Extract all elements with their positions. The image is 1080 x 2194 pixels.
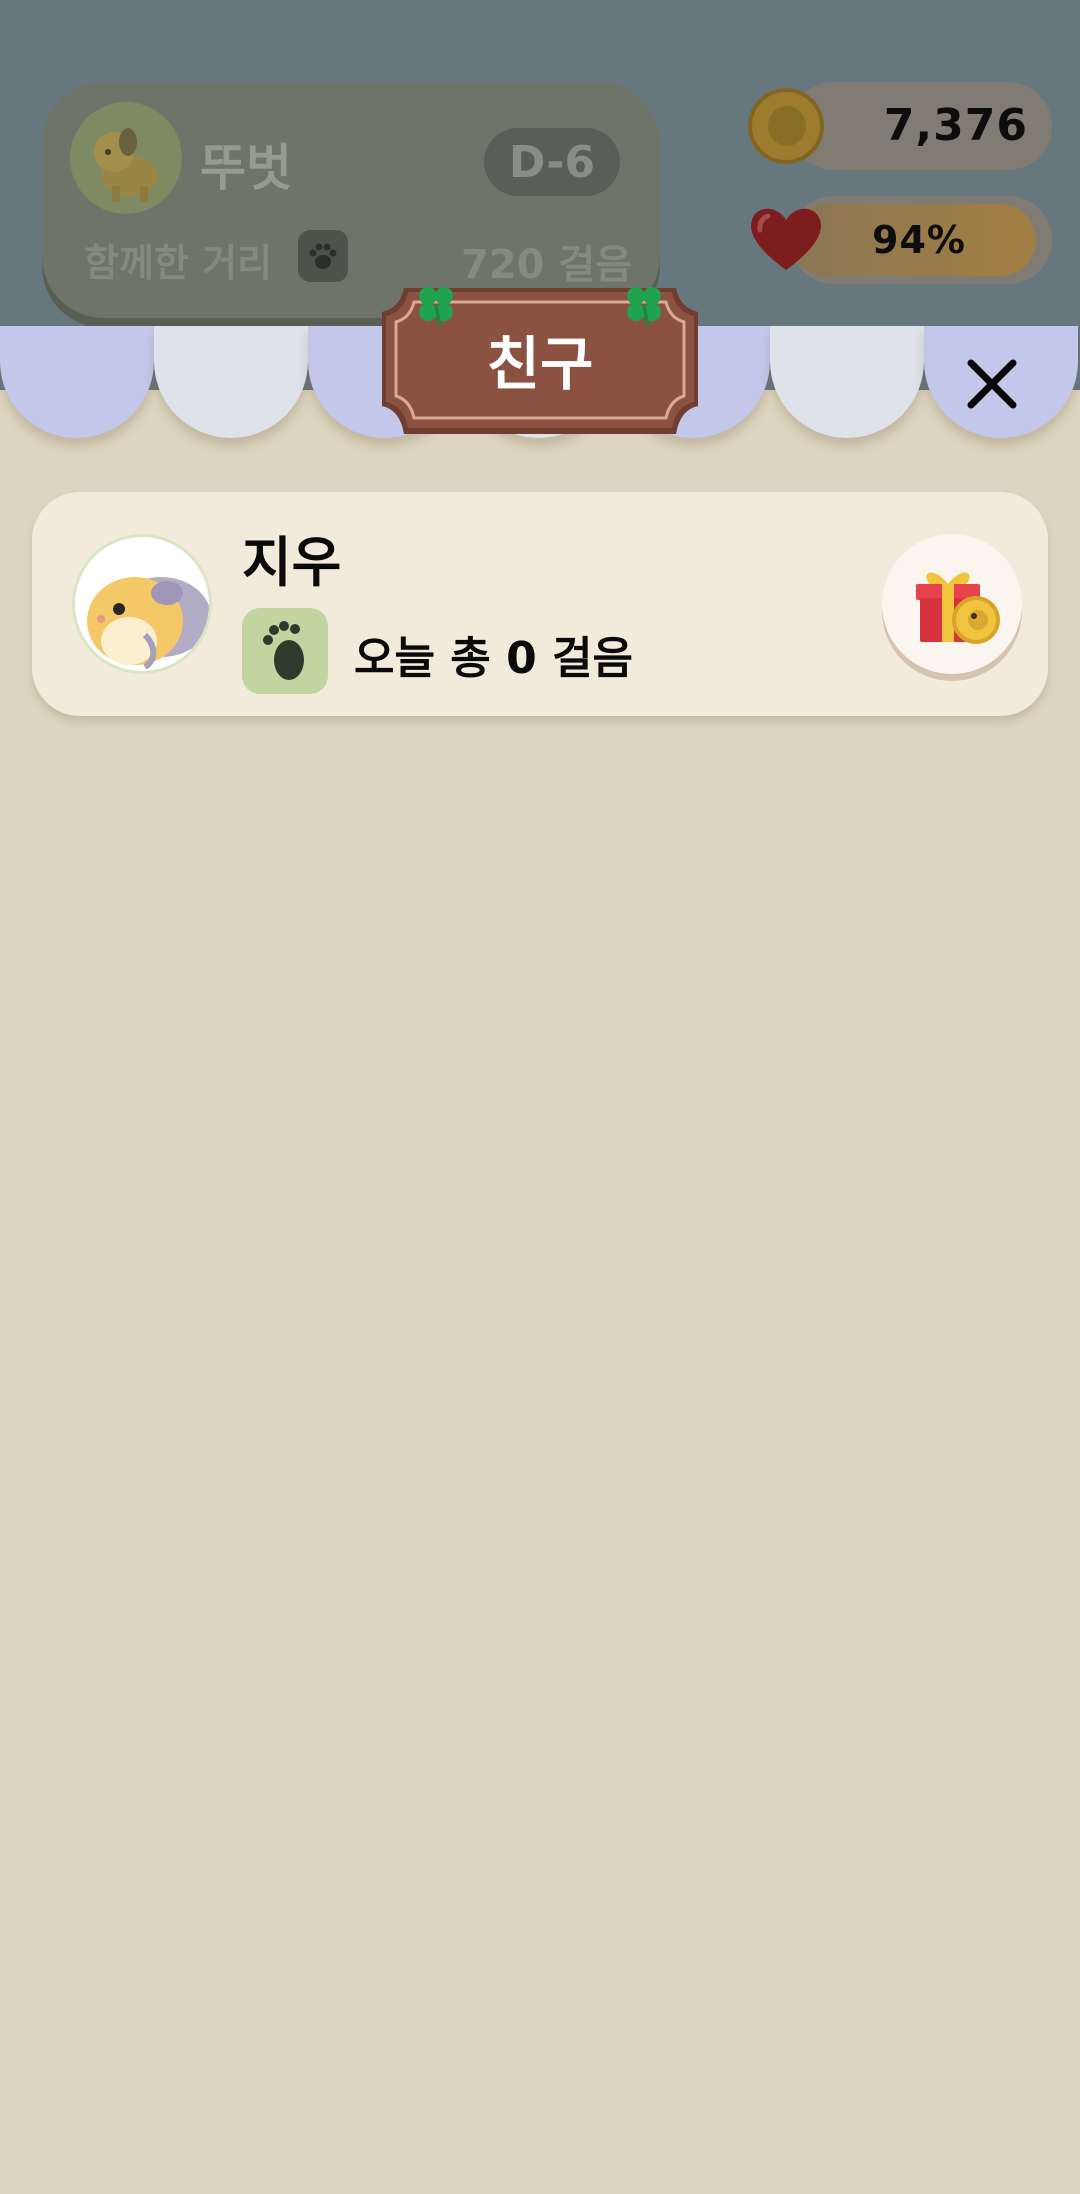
friend-name: 지우	[242, 531, 342, 594]
awning-scallop	[154, 326, 308, 438]
send-gift-button[interactable]	[882, 534, 1022, 674]
awning-scallop	[0, 326, 154, 438]
friend-list: 지우 오늘 총 0 걸음	[32, 492, 1048, 716]
paw-icon	[298, 230, 348, 282]
hamster-icon	[87, 577, 209, 670]
dialog-title: 친구	[486, 330, 594, 398]
distance-label: 함께한 거리	[84, 241, 273, 285]
title-sign: 친구	[378, 284, 702, 440]
pet-avatar	[70, 102, 182, 214]
d-day-badge: D-6	[484, 128, 620, 196]
coin-icon	[748, 88, 824, 164]
friend-card[interactable]: 지우 오늘 총 0 걸음	[32, 492, 1048, 716]
happiness-value: 94%	[872, 218, 966, 262]
footprint-icon	[242, 608, 328, 694]
awning-scallop	[770, 326, 924, 438]
dog-icon	[94, 128, 158, 202]
happiness-meter: 94%	[790, 196, 1052, 284]
distance-value: 720 걸음	[460, 242, 632, 288]
pet-name: 뚜벗	[200, 139, 292, 197]
coin-count: 7,376	[883, 100, 1028, 151]
close-button[interactable]	[952, 348, 1032, 420]
coin-counter: 7,376	[790, 82, 1052, 170]
pet-status-card: 뚜벗 D-6 함께한 거리 720 걸음	[42, 82, 660, 318]
friend-steps-today: 오늘 총 0 걸음	[354, 633, 633, 684]
close-icon	[967, 359, 1017, 409]
heart-icon	[751, 208, 821, 270]
friend-avatar	[72, 534, 212, 674]
gift-coin-icon	[916, 572, 1000, 644]
